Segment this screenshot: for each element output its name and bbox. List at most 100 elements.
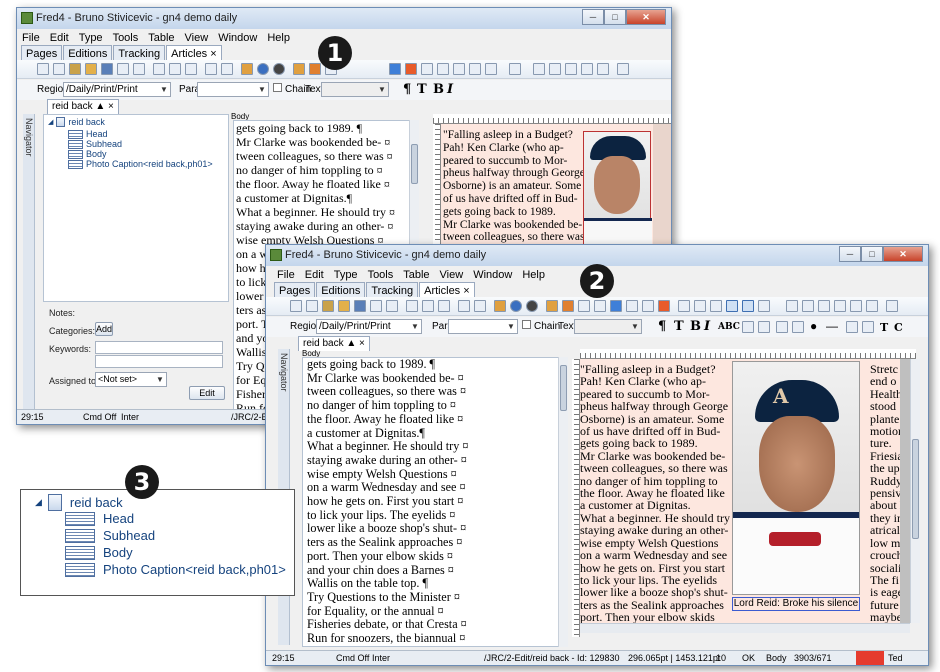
col5-icon[interactable] — [597, 63, 609, 75]
print-icon[interactable] — [117, 63, 129, 75]
tree-item-head[interactable]: Head — [65, 511, 134, 526]
page-icon[interactable] — [626, 300, 638, 312]
grid-icon[interactable] — [509, 63, 521, 75]
col6-icon[interactable] — [866, 300, 878, 312]
options-icon[interactable] — [617, 63, 629, 75]
spellcheck-icon[interactable] — [386, 300, 398, 312]
italic-icon[interactable]: I — [447, 82, 453, 97]
text-scrollbar[interactable] — [558, 357, 568, 647]
zoom-icon[interactable] — [678, 300, 690, 312]
open-icon[interactable] — [53, 63, 65, 75]
col3-icon[interactable] — [818, 300, 830, 312]
image-icon[interactable] — [562, 300, 574, 312]
scroll-thumb[interactable] — [411, 144, 418, 184]
layout-view[interactable]: "Falling asleep in a Budget? Pah! Ken Cla… — [580, 359, 910, 631]
menu-view[interactable]: View — [435, 267, 469, 283]
col4-icon[interactable] — [581, 63, 593, 75]
undo-icon[interactable] — [458, 300, 470, 312]
print-icon[interactable] — [370, 300, 382, 312]
menu-window[interactable]: Window — [468, 267, 517, 283]
bold-icon[interactable]: B — [690, 319, 701, 334]
doc-tab[interactable]: reid back ▲ × — [47, 99, 119, 114]
col1-icon[interactable] — [533, 63, 545, 75]
image-frame-icon[interactable] — [846, 321, 858, 333]
navigator-panel[interactable]: Navigator — [23, 114, 35, 409]
insert-icon[interactable] — [241, 63, 253, 75]
list-icon[interactable] — [792, 321, 804, 333]
maximize-button[interactable]: □ — [604, 9, 626, 25]
office-icon[interactable] — [405, 63, 417, 75]
paste-icon[interactable] — [438, 300, 450, 312]
redo-icon[interactable] — [474, 300, 486, 312]
briefcase-icon[interactable] — [322, 300, 334, 312]
align-icon[interactable] — [776, 321, 788, 333]
abc-icon[interactable]: ABC — [718, 322, 740, 332]
insert-icon[interactable] — [494, 300, 506, 312]
word-icon[interactable] — [610, 300, 622, 312]
split-icon[interactable] — [485, 63, 497, 75]
folder-icon[interactable] — [338, 300, 350, 312]
para-select[interactable]: ▼ — [448, 319, 518, 334]
copy-icon[interactable] — [422, 300, 434, 312]
menu-help[interactable]: Help — [517, 267, 550, 283]
new-icon[interactable] — [290, 300, 302, 312]
region-select[interactable]: /Daily/Print/Print ▼ — [63, 82, 171, 97]
char-icon[interactable]: C — [894, 321, 903, 334]
tree-item-caption[interactable]: Photo Caption<reid back,ph01> — [68, 159, 213, 169]
photo-caption[interactable]: Lord Reid: Broke his silence — [732, 597, 860, 611]
edit-button[interactable]: Edit — [189, 386, 225, 400]
tree-item-subhead[interactable]: Subhead — [68, 139, 122, 149]
keywords-input[interactable] — [95, 341, 223, 354]
photo[interactable]: A — [732, 361, 860, 595]
office-icon[interactable] — [658, 300, 670, 312]
scroll-thumb[interactable] — [912, 439, 919, 539]
pilcrow-icon[interactable]: ¶ — [658, 319, 666, 334]
new-icon[interactable] — [37, 63, 49, 75]
col5-icon[interactable] — [850, 300, 862, 312]
save-icon[interactable] — [354, 300, 366, 312]
menu-table[interactable]: Table — [143, 30, 179, 46]
text-select[interactable]: ▼ — [321, 82, 389, 97]
region-select[interactable]: /Daily/Print/Print ▼ — [316, 319, 422, 334]
menu-type[interactable]: Type — [329, 267, 363, 283]
close-button[interactable]: ✕ — [626, 9, 666, 25]
photo[interactable] — [583, 131, 652, 262]
chain-checkbox[interactable] — [522, 320, 531, 329]
menu-window[interactable]: Window — [213, 30, 262, 46]
tree-item-body[interactable]: Body — [65, 545, 133, 560]
attach-icon[interactable] — [437, 63, 449, 75]
horizontal-scrollbar[interactable] — [580, 623, 910, 633]
tile-icon[interactable] — [758, 300, 770, 312]
tree-root[interactable]: ◢ reid back — [48, 117, 105, 127]
open-icon[interactable] — [306, 300, 318, 312]
minimize-button[interactable]: ─ — [839, 246, 861, 262]
tree-root[interactable]: ◢ reid back — [35, 494, 123, 511]
text-style-icon[interactable]: T — [674, 319, 684, 334]
find-icon[interactable] — [710, 300, 722, 312]
undo-icon[interactable] — [205, 63, 217, 75]
bullet-icon[interactable]: ● — [810, 319, 817, 333]
col3-icon[interactable] — [565, 63, 577, 75]
image-icon[interactable] — [309, 63, 321, 75]
menu-tools[interactable]: Tools — [108, 30, 144, 46]
folder-icon[interactable] — [85, 63, 97, 75]
attach-icon[interactable] — [642, 300, 654, 312]
menu-help[interactable]: Help — [262, 30, 295, 46]
cut-icon[interactable] — [153, 63, 165, 75]
menu-edit[interactable]: Edit — [45, 30, 74, 46]
save-icon[interactable] — [101, 63, 113, 75]
dash-icon[interactable]: — — [826, 319, 838, 333]
text-editor[interactable]: gets going back to 1989. ¶ Mr Clarke was … — [302, 357, 560, 647]
tree-item-head[interactable]: Head — [68, 129, 108, 139]
maximize-button[interactable]: □ — [861, 246, 883, 262]
view-icon[interactable] — [469, 63, 481, 75]
para-select[interactable]: ▼ — [197, 82, 269, 97]
frame-icon[interactable] — [862, 321, 874, 333]
italic-icon[interactable]: I — [704, 319, 710, 334]
grid-icon[interactable] — [742, 300, 754, 312]
view-icon[interactable] — [694, 300, 706, 312]
paste-icon[interactable] — [185, 63, 197, 75]
menu-tools[interactable]: Tools — [363, 267, 399, 283]
word-icon[interactable] — [389, 63, 401, 75]
menu-file[interactable]: File — [272, 267, 300, 283]
